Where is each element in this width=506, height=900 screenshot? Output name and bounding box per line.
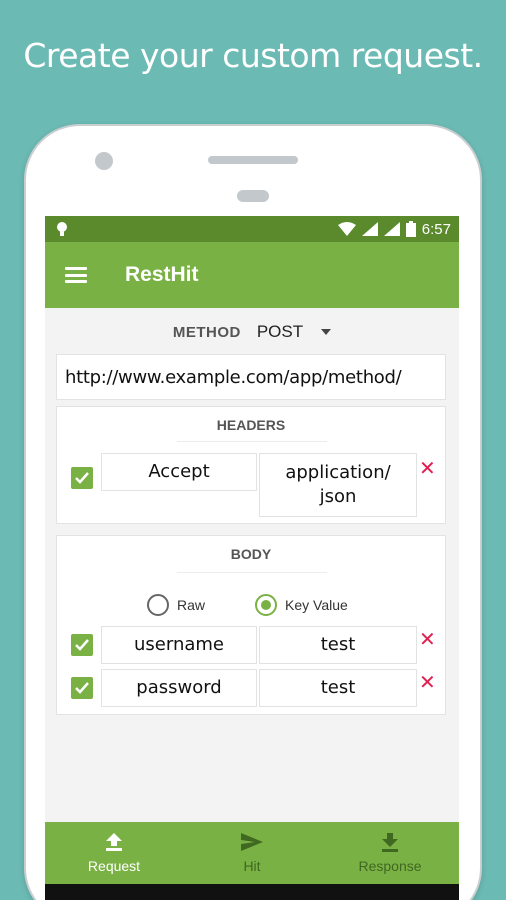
headers-card: HEADERS Accept application/ json ✕ [56, 406, 446, 524]
nav-request-label: Request [87, 858, 141, 874]
delete-body-row-icon[interactable]: ✕ [419, 673, 436, 693]
body-mode-key-value[interactable]: Key Value [255, 594, 348, 616]
status-bar: 6:57 [45, 216, 459, 242]
status-time: 6:57 [421, 220, 451, 238]
body-value-field[interactable]: test [259, 669, 417, 707]
body-value-field[interactable]: test [259, 626, 417, 664]
body-row-enabled-checkbox[interactable] [71, 634, 93, 656]
header-key-field[interactable]: Accept [101, 453, 257, 491]
app-screen: 6:57 RestHit METHOD POST http://www.exam… [45, 216, 459, 900]
body-card: BODY Raw Key Value username test ✕ passw… [56, 535, 446, 715]
earpiece-speaker [208, 156, 298, 164]
front-camera [95, 152, 113, 170]
signal-icon-2 [383, 222, 400, 236]
method-row: METHOD POST [45, 314, 459, 350]
request-form: METHOD POST http://www.example.com/app/m… [45, 308, 459, 822]
headers-divider [177, 441, 327, 442]
url-input[interactable]: http://www.example.com/app/method/ [56, 354, 446, 400]
body-mode-kv-label: Key Value [285, 597, 348, 613]
nav-response[interactable]: Response [321, 822, 459, 884]
check-icon [75, 682, 89, 694]
body-title: BODY [230, 546, 272, 562]
signal-icon [361, 222, 378, 236]
body-row-enabled-checkbox[interactable] [71, 677, 93, 699]
bottom-navigation: Request Hit Response [45, 822, 459, 884]
body-mode-raw-label: Raw [177, 597, 206, 613]
upload-icon [106, 833, 122, 851]
check-icon [75, 472, 89, 484]
delete-body-row-icon[interactable]: ✕ [419, 630, 436, 650]
radio-unselected-icon [147, 594, 169, 616]
proximity-sensor [237, 190, 269, 202]
nav-response-label: Response [358, 858, 422, 874]
header-enabled-checkbox[interactable] [71, 467, 93, 489]
download-icon [382, 833, 398, 852]
wifi-icon [337, 222, 356, 236]
app-bar: RestHit [45, 242, 459, 308]
nav-request[interactable]: Request [45, 822, 183, 884]
body-mode-selector: Raw Key Value [147, 594, 348, 616]
body-mode-raw[interactable]: Raw [147, 594, 205, 616]
body-key-field[interactable]: password [101, 669, 257, 707]
body-key-field[interactable]: username [101, 626, 257, 664]
headers-title: HEADERS [216, 417, 286, 433]
method-dropdown[interactable]: POST [256, 322, 332, 342]
header-value-line1: application/ [285, 462, 391, 483]
method-value: POST [256, 322, 304, 341]
android-notification-icon [57, 222, 67, 236]
radio-selected-icon [255, 594, 278, 616]
app-title: RestHit [125, 263, 199, 286]
header-value-field[interactable]: application/ json [259, 453, 417, 517]
method-label: METHOD [172, 323, 241, 341]
nav-hit-label: Hit [243, 858, 261, 874]
delete-header-icon[interactable]: ✕ [419, 459, 436, 479]
header-value-line2: json [319, 486, 357, 507]
hamburger-menu-icon[interactable] [65, 267, 87, 283]
send-icon [241, 833, 263, 851]
body-divider [177, 572, 327, 573]
nav-hit[interactable]: Hit [183, 822, 321, 884]
check-icon [75, 639, 89, 651]
battery-icon [405, 221, 416, 237]
dropdown-arrow-icon [321, 329, 332, 335]
system-nav-bar [45, 884, 459, 900]
promo-headline: Create your custom request. [23, 36, 483, 75]
